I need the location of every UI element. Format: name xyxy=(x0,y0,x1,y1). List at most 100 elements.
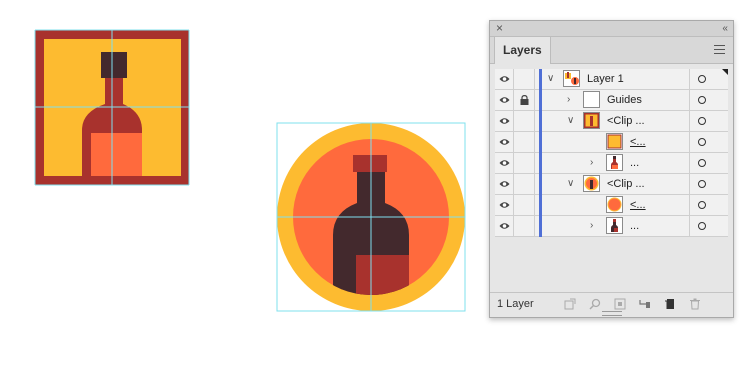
layer-row[interactable]: ∨ <Clip ... xyxy=(495,174,728,195)
make-clipping-mask-icon[interactable] xyxy=(614,298,626,310)
target-cell[interactable] xyxy=(690,216,728,236)
lock-toggle[interactable] xyxy=(514,132,535,152)
layer-color-bar xyxy=(539,195,542,216)
lock-icon xyxy=(520,95,529,105)
layer-row[interactable]: <... xyxy=(495,195,728,216)
target-cell[interactable] xyxy=(690,90,728,110)
chevron-right-icon[interactable]: › xyxy=(590,216,593,236)
selection-corner-icon xyxy=(722,69,728,75)
layer-row[interactable]: › ... xyxy=(495,216,728,237)
visibility-toggle[interactable] xyxy=(495,216,514,236)
layer-row[interactable]: ∨ Layer 1 xyxy=(495,69,728,90)
locate-object-icon[interactable] xyxy=(589,298,601,310)
eye-icon xyxy=(499,202,510,208)
lock-toggle[interactable] xyxy=(514,195,535,215)
layer-color-bar xyxy=(539,132,542,153)
layer-name-cell[interactable]: ∨ Layer 1 xyxy=(535,69,690,90)
visibility-toggle[interactable] xyxy=(495,195,514,215)
layer-name-cell[interactable]: <... xyxy=(535,132,690,153)
eye-icon xyxy=(499,139,510,145)
eye-icon xyxy=(499,223,510,229)
chevron-right-icon[interactable]: › xyxy=(567,90,570,110)
visibility-toggle[interactable] xyxy=(495,111,514,131)
layer-row[interactable]: › ... xyxy=(495,153,728,174)
layers-panel: × ‹‹ Layers ∨ Layer 1 › Guides ∨ <Clip .… xyxy=(489,20,734,318)
target-circle-icon[interactable] xyxy=(698,159,706,167)
collapse-icon[interactable]: ‹‹ xyxy=(722,21,728,36)
layer-name: Layer 1 xyxy=(587,73,624,85)
layer-name-cell[interactable]: › Guides xyxy=(535,90,690,111)
layer-list: ∨ Layer 1 › Guides ∨ <Clip ... <... › ..… xyxy=(495,69,728,237)
layer-row[interactable]: › Guides xyxy=(495,90,728,111)
target-circle-icon[interactable] xyxy=(698,138,706,146)
lock-toggle[interactable] xyxy=(514,90,535,110)
layer-row[interactable]: <... xyxy=(495,132,728,153)
close-icon[interactable]: × xyxy=(496,21,503,36)
layer-name-cell[interactable]: <... xyxy=(535,195,690,216)
layer-name: <... xyxy=(630,199,646,211)
delete-icon[interactable] xyxy=(689,298,701,310)
visibility-toggle[interactable] xyxy=(495,69,514,89)
layer-name-cell[interactable]: ∨ <Clip ... xyxy=(535,174,690,195)
layer-thumbnail xyxy=(606,196,623,213)
panel-tabbar: Layers xyxy=(490,37,733,64)
layer-name-cell[interactable]: › ... xyxy=(535,216,690,237)
target-cell[interactable] xyxy=(690,174,728,194)
chevron-down-icon[interactable]: ∨ xyxy=(567,111,574,131)
lock-toggle[interactable] xyxy=(514,216,535,236)
resize-grip[interactable] xyxy=(602,311,622,316)
layer-name-cell[interactable]: ∨ <Clip ... xyxy=(535,111,690,132)
visibility-toggle[interactable] xyxy=(495,153,514,173)
layer-color-bar xyxy=(539,153,542,174)
tab-layers[interactable]: Layers xyxy=(494,37,551,64)
layer-count: 1 Layer xyxy=(497,298,534,310)
hamburger-icon[interactable] xyxy=(714,45,725,54)
layer-thumbnail xyxy=(583,175,600,192)
layer-name: <... xyxy=(630,136,646,148)
layer-name: ... xyxy=(630,157,640,169)
target-circle-icon[interactable] xyxy=(698,117,706,125)
layer-thumbnail xyxy=(583,112,600,129)
visibility-toggle[interactable] xyxy=(495,90,514,110)
new-layer-icon[interactable] xyxy=(664,298,676,310)
lock-toggle[interactable] xyxy=(514,153,535,173)
target-circle-icon[interactable] xyxy=(698,96,706,104)
target-circle-icon[interactable] xyxy=(698,222,706,230)
layer-thumbnail xyxy=(606,217,623,234)
target-cell[interactable] xyxy=(690,111,728,131)
visibility-toggle[interactable] xyxy=(495,174,514,194)
target-circle-icon[interactable] xyxy=(698,180,706,188)
export-for-screens-icon[interactable] xyxy=(564,298,576,310)
layer-row[interactable]: ∨ <Clip ... xyxy=(495,111,728,132)
eye-icon xyxy=(499,97,510,103)
layer-thumbnail xyxy=(606,154,623,171)
chevron-right-icon[interactable]: › xyxy=(590,153,593,173)
target-cell[interactable] xyxy=(690,153,728,173)
target-cell[interactable] xyxy=(690,69,728,89)
target-cell[interactable] xyxy=(690,195,728,215)
lock-toggle[interactable] xyxy=(514,69,535,89)
lock-toggle[interactable] xyxy=(514,174,535,194)
eye-icon xyxy=(499,76,510,82)
eye-icon xyxy=(499,181,510,187)
target-circle-icon[interactable] xyxy=(698,201,706,209)
lock-toggle[interactable] xyxy=(514,111,535,131)
target-circle-icon[interactable] xyxy=(698,75,706,83)
layer-name-cell[interactable]: › ... xyxy=(535,153,690,174)
layer-thumbnail xyxy=(583,91,600,108)
panel-titlebar[interactable]: × ‹‹ xyxy=(490,21,733,37)
layer-name: ... xyxy=(630,220,640,232)
bottle-cap xyxy=(353,155,387,172)
chevron-down-icon[interactable]: ∨ xyxy=(567,174,574,194)
visibility-toggle[interactable] xyxy=(495,132,514,152)
layer-thumbnail xyxy=(606,133,623,150)
layer-name: <Clip ... xyxy=(607,178,645,190)
target-cell[interactable] xyxy=(690,132,728,152)
layer-name: Guides xyxy=(607,94,642,106)
layer-color-bar xyxy=(539,90,542,111)
layer-thumbnail xyxy=(563,70,580,87)
create-sublayer-icon[interactable] xyxy=(639,298,651,310)
chevron-down-icon[interactable]: ∨ xyxy=(547,69,554,89)
eye-icon xyxy=(499,118,510,124)
panel-footer: 1 Layer xyxy=(490,292,733,317)
